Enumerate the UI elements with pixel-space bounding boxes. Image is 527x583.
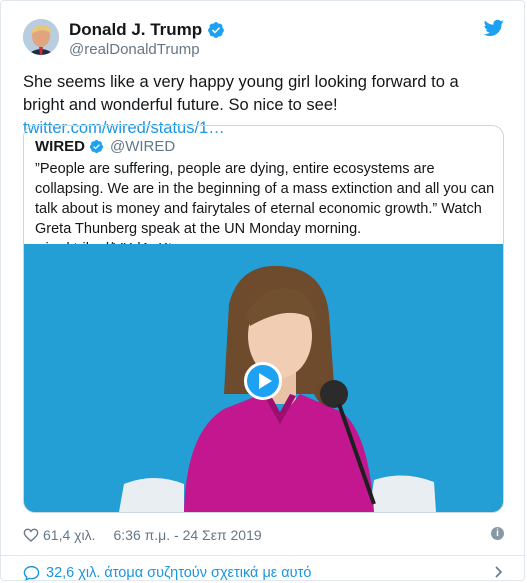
quoted-header: WIRED @WIRED [35, 138, 175, 155]
tweet-timestamp[interactable]: 6:36 π.μ. - 24 Σεπ 2019 [114, 527, 262, 543]
quoted-author-name: WIRED [35, 138, 85, 155]
video-thumbnail[interactable] [24, 244, 503, 512]
play-icon [259, 373, 272, 389]
avatar[interactable] [23, 19, 59, 55]
like-count[interactable]: 61,4 χιλ. [43, 527, 96, 543]
heart-icon[interactable] [23, 527, 39, 543]
author-name[interactable]: Donald J. Trump [69, 20, 202, 40]
divider [1, 555, 524, 556]
quoted-tweet[interactable]: WIRED @WIRED ”People are suffering, peop… [23, 125, 504, 513]
chevron-right-icon [495, 566, 503, 578]
conversation-link[interactable]: 32,6 χιλ. άτομα συζητούν σχετικά με αυτό [23, 563, 504, 583]
speech-bubble-icon [23, 565, 40, 581]
tweet-body: She seems like a very happy young girl l… [23, 73, 459, 114]
author-handle[interactable]: @realDonaldTrump [69, 41, 200, 58]
info-icon[interactable]: i [491, 527, 504, 540]
tweet-header: Donald J. Trump @realDonaldTrump [23, 19, 504, 59]
play-button[interactable] [244, 362, 282, 400]
verified-badge-icon [89, 139, 104, 154]
tweet-card: Donald J. Trump @realDonaldTrump She see… [0, 0, 525, 581]
quoted-author-handle: @WIRED [110, 138, 176, 155]
twitter-bird-icon[interactable] [484, 19, 504, 37]
verified-badge-icon [208, 22, 225, 38]
conversation-text[interactable]: 32,6 χιλ. άτομα συζητούν σχετικά με αυτό [46, 565, 311, 581]
tweet-footer: 61,4 χιλ. 6:36 π.μ. - 24 Σεπ 2019 i [23, 525, 504, 545]
author-name-line[interactable]: Donald J. Trump [69, 20, 225, 40]
